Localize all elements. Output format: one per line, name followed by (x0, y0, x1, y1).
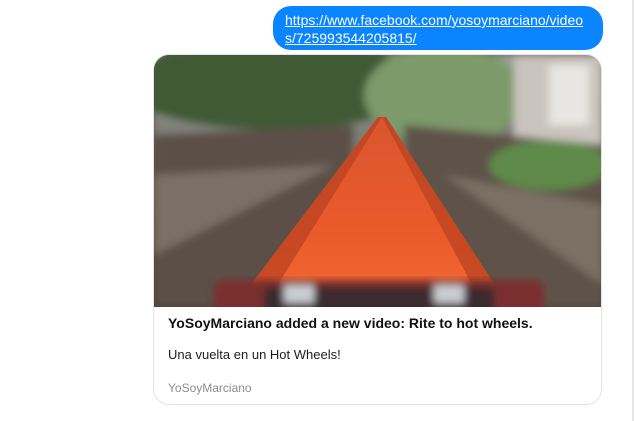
message-link[interactable]: https://www.facebook.com/yosoymarciano/v… (285, 12, 583, 46)
link-preview-source: YoSoyMarciano (168, 381, 252, 395)
link-preview-title[interactable]: YoSoyMarciano added a new video: Rite to… (168, 315, 588, 331)
video-thumbnail-image (154, 55, 601, 307)
video-thumbnail[interactable] (154, 55, 601, 307)
link-preview-card[interactable]: YoSoyMarciano added a new video: Rite to… (153, 54, 602, 405)
chat-thread: https://www.facebook.com/yosoymarciano/v… (0, 0, 634, 421)
sent-message-bubble: https://www.facebook.com/yosoymarciano/v… (273, 6, 603, 50)
link-preview-description: Una vuelta en un Hot Wheels! (168, 347, 341, 362)
